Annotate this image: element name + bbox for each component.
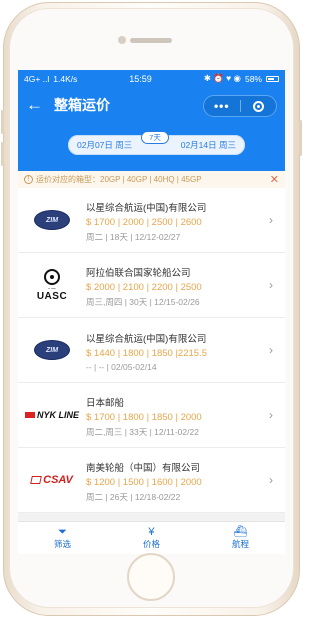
target-icon [252,100,264,112]
end-date[interactable]: 02月14日 周三 [181,139,236,151]
chevron-right-icon: › [269,278,273,292]
battery-percent: 58% [244,73,262,84]
signal-indicator: 4G+ ..l [24,73,50,84]
carrier-name: 日本邮船 [86,397,125,409]
price-list: $ 1700 | 1800 | 1850 | 2000 [86,411,202,423]
more-options-button[interactable]: ••• [204,99,240,113]
csav-logo: CSAV [30,474,73,486]
rate-list: ZIM 以星综合航运(中国)有限公司 $ 1700 | 2000 | 2500 … [18,188,285,513]
network-speed: 1.4K/s [53,73,78,84]
schedule-meta: 周二,周三 | 33天 | 12/11-02/22 [86,426,199,437]
schedule-meta: 周二 | 18天 | 12/12-02/27 [86,231,181,242]
nav-bar: ← 整箱运价 ••• [18,87,285,123]
chevron-right-icon: › [269,408,273,422]
zim-logo: ZIM [34,340,70,360]
start-date[interactable]: 02月07日 周三 [77,139,132,151]
tab-label: 价格 [142,539,160,549]
back-arrow-icon[interactable]: ← [26,95,48,115]
ship-icon: ⛴ [233,526,248,538]
uasc-logo-text: UASC [36,290,68,302]
price-list: $ 1700 | 2000 | 2500 | 2600 [86,216,202,228]
earpiece-speaker [130,38,172,43]
close-icon[interactable]: ✕ [270,173,279,186]
volume-button [1,110,4,134]
tab-label: 航程 [231,539,249,549]
chevron-right-icon: › [269,473,273,487]
schedule-meta: 周二 | 26天 | 12/18-02/22 [86,491,181,502]
status-icons: ✱ ⏰ ♥ ◉ [203,73,241,83]
csav-emblem [30,476,42,484]
front-camera [118,36,126,44]
schedule-meta: 周三,周四 | 30天 | 12/15-02/26 [86,296,200,307]
uasc-logo: ـــ ـ UASC [36,268,68,302]
tab-voyage[interactable]: ⛴ 航程 [232,526,249,550]
home-button[interactable] [127,553,175,601]
volume-button [1,142,4,166]
list-item[interactable]: CSAV 南美轮船（中国）有限公司 $ 1200 | 1500 | 1600 |… [18,448,285,513]
bottom-tab-bar: ⏷ 筛选 ¥ 价格 ⛴ 航程 [18,521,285,554]
price-list: $ 2000 | 2100 | 2200 | 2500 [86,281,202,293]
battery-icon [265,75,279,82]
nyk-logo: NYK LINE [24,410,79,420]
days-badge: 7天 [141,131,169,144]
csav-logo-text: CSAV [43,474,73,486]
clock: 15:59 [129,73,152,84]
list-item[interactable]: ZIM 以星综合航运(中国)有限公司 $ 1440 | 1800 | 1850 … [18,318,285,383]
power-button [299,120,302,156]
yen-icon: ¥ [148,526,155,538]
filter-icon: ⏷ [58,526,67,538]
status-bar: 4G+ ..l 1.4K/s 15:59 ✱ ⏰ ♥ ◉ 58% [18,70,285,87]
tab-filter[interactable]: ⏷ 筛选 [54,526,71,550]
tab-label: 筛选 [53,539,71,549]
mini-program-capsule: ••• [203,95,277,117]
ship-wheel-icon [44,268,60,285]
price-list: $ 1440 | 1800 | 1850 |2215.5 [86,347,207,359]
carrier-name: 以星综合航运(中国)有限公司 [86,202,207,214]
price-list: $ 1200 | 1500 | 1600 | 2000 [86,476,202,488]
list-item[interactable]: ZIM 以星综合航运(中国)有限公司 $ 1700 | 2000 | 2500 … [18,188,285,253]
nyk-flag [24,412,35,418]
notice-text: 运价对应的箱型：20GP | 40GP | 40HQ | 45GP [36,175,202,184]
chevron-right-icon: › [269,343,273,357]
list-item[interactable]: NYK LINE 日本邮船 $ 1700 | 1800 | 1850 | 200… [18,383,285,448]
list-item[interactable]: ـــ ـ UASC 阿拉伯联合国家轮船公司 $ 2000 | 2100 | 2… [18,253,285,318]
schedule-meta: -- | -- | 02/05-02/14 [86,361,157,372]
info-icon: ! [24,175,33,184]
carrier-name: 阿拉伯联合国家轮船公司 [86,267,191,279]
container-type-notice: ! 运价对应的箱型：20GP | 40GP | 40HQ | 45GP ✕ [18,171,285,188]
chevron-right-icon: › [269,213,273,227]
close-miniprogram-button[interactable] [241,100,277,112]
page-title: 整箱运价 [54,97,110,113]
carrier-name: 南美轮船（中国）有限公司 [86,462,201,474]
app-screen: 4G+ ..l 1.4K/s 15:59 ✱ ⏰ ♥ ◉ 58% ← 整箱运价 … [18,70,285,554]
tab-price[interactable]: ¥ 价格 [143,526,160,550]
date-range-bar: 02月07日 周三 02月14日 周三 7天 [18,123,285,171]
carrier-name: 以星综合航运(中国)有限公司 [86,333,207,345]
nyk-logo-text: NYK LINE [36,410,79,420]
zim-logo: ZIM [34,210,70,230]
